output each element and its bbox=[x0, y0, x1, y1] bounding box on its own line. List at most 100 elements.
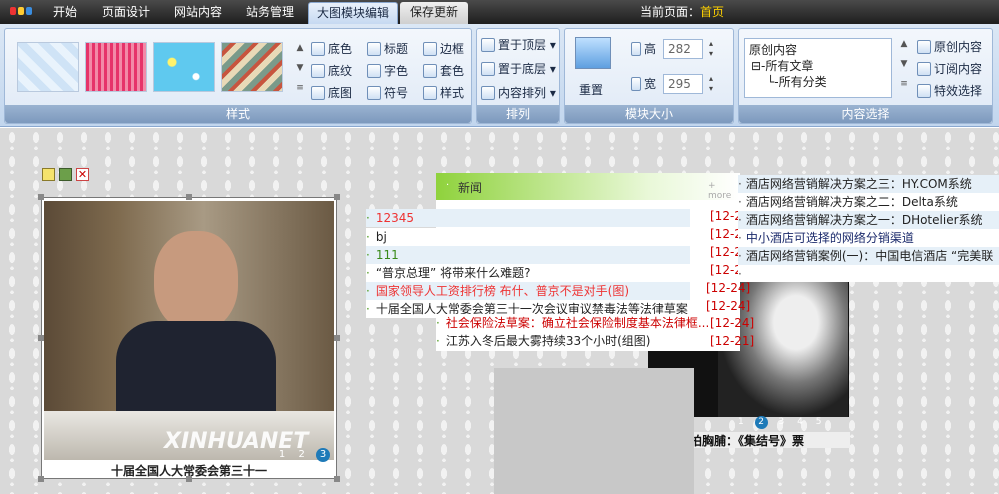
resize-handle-s[interactable] bbox=[186, 476, 192, 482]
symbol-button[interactable]: 符号 bbox=[367, 84, 408, 102]
list-item[interactable]: · bbox=[738, 265, 999, 283]
close-icon[interactable]: ✕ bbox=[76, 168, 89, 181]
send-back-icon bbox=[481, 62, 495, 76]
swatch-more-icon[interactable]: ≡ bbox=[295, 83, 305, 93]
news-item[interactable]: · “普京总理” 将带来什么难题? bbox=[366, 264, 690, 282]
news-item[interactable]: · 12345 bbox=[366, 209, 690, 227]
dark-page-3[interactable]: 3 bbox=[778, 417, 784, 427]
border-icon bbox=[423, 42, 437, 56]
bg-color-icon bbox=[311, 42, 325, 56]
height-label: 高 bbox=[631, 40, 656, 58]
height-input[interactable]: 282 bbox=[663, 39, 703, 59]
tab-image-module-edit[interactable]: 大图模块编辑 bbox=[308, 2, 398, 24]
content-tree[interactable]: 原创内容 ⊟-所有文章 └-所有分类 bbox=[744, 38, 892, 98]
tree-more-icon[interactable]: ≡ bbox=[899, 79, 909, 89]
content-group-label: 内容选择 bbox=[739, 105, 992, 123]
list-item[interactable]: · 酒店网络营销解决方案之一：DHotelier系统 bbox=[738, 211, 999, 229]
swatch-scroll-down-icon[interactable]: ▼ bbox=[295, 63, 305, 73]
news-item[interactable]: · 111 bbox=[366, 246, 690, 264]
send-to-back-button[interactable]: 置于底层 ▾ bbox=[481, 60, 556, 78]
dark-page-1[interactable]: 1 bbox=[738, 417, 744, 427]
dark-page-5[interactable]: 5 bbox=[816, 417, 822, 427]
content-select-group: 原创内容 ⊟-所有文章 └-所有分类 ▲ ▼ ≡ 原创内容 订阅内容 特效选择 … bbox=[738, 28, 993, 124]
news-item[interactable]: · bj bbox=[366, 228, 690, 246]
style-swatch-sky-stars[interactable] bbox=[153, 42, 215, 92]
resize-handle-se[interactable] bbox=[334, 476, 340, 482]
tab-site-admin[interactable]: 站务管理 bbox=[236, 0, 304, 24]
size-group: 重置 高 282 ▴ ▾ 宽 295 ▴ ▾ 模块大小 bbox=[564, 28, 734, 124]
subscribe-icon bbox=[917, 62, 931, 76]
bring-to-front-button[interactable]: 置于顶层 ▾ bbox=[481, 36, 556, 54]
tab-page-design[interactable]: 页面设计 bbox=[92, 0, 160, 24]
link-icon[interactable] bbox=[42, 168, 55, 181]
tab-save-update[interactable]: 保存更新 bbox=[400, 2, 468, 24]
news-item[interactable]: · 国家领导人工资排行榜 布什、普京不是对手(图) bbox=[366, 282, 690, 300]
bg-color-button[interactable]: 底色 bbox=[311, 40, 352, 58]
news-bullet-icon: · bbox=[446, 180, 450, 191]
tab-site-content[interactable]: 网站内容 bbox=[164, 0, 232, 24]
photo-page-2[interactable]: 2 bbox=[298, 449, 304, 460]
news-item[interactable]: · 江苏入冬后最大雾持续33个小时(组图) bbox=[436, 332, 708, 350]
top-menu-bar: 开始 页面设计 网站内容 站务管理 大图模块编辑 保存更新 当前页面：首页 bbox=[0, 0, 999, 24]
list-item[interactable]: · 中小酒店可选择的网络分销渠道 bbox=[738, 229, 999, 247]
dark-page-2[interactable]: 2 bbox=[754, 416, 768, 429]
tree-node-all-articles[interactable]: ⊟-所有文章 bbox=[749, 58, 887, 74]
resize-handle-e[interactable] bbox=[334, 335, 340, 341]
original-content-button[interactable]: 原创内容 bbox=[917, 38, 982, 56]
tree-node-original[interactable]: 原创内容 bbox=[749, 42, 887, 58]
swatch-scroll-up-icon[interactable]: ▲ bbox=[295, 43, 305, 53]
photo-page-3[interactable]: 3 bbox=[316, 448, 330, 462]
width-spinner[interactable]: ▴ ▾ bbox=[705, 74, 717, 94]
tree-scroll-down-icon[interactable]: ▼ bbox=[899, 59, 909, 69]
dark-page-4[interactable]: 4 bbox=[797, 417, 803, 427]
content-arrange-button[interactable]: 内容排列 ▾ bbox=[481, 84, 556, 102]
reset-button[interactable]: 重置 bbox=[579, 81, 603, 99]
border-button[interactable]: 边框 bbox=[423, 40, 464, 58]
style-swatch-pattern[interactable] bbox=[221, 42, 283, 92]
resize-handle-nw[interactable] bbox=[38, 194, 44, 200]
bg-image-icon bbox=[311, 86, 325, 100]
dark-pager: 1 2 3 4 5 bbox=[738, 416, 821, 429]
news-item[interactable]: · 社会保险法草案：确立社会保险制度基本法律框... bbox=[436, 314, 708, 332]
app-logo-icon bbox=[10, 7, 34, 17]
arrange-group-label: 排列 bbox=[477, 105, 559, 123]
list-item[interactable]: · 酒店网络营销解决方案之二：Delta系统 bbox=[738, 193, 999, 211]
photo-module[interactable]: XINHUANET 1 2 3 十届全国人大常委会第三十一 bbox=[38, 194, 340, 482]
news-title: 新闻 bbox=[458, 181, 483, 195]
width-label: 宽 bbox=[631, 75, 656, 93]
photo-face bbox=[154, 231, 238, 331]
placeholder-block[interactable] bbox=[494, 368, 694, 494]
news-date: [12-24] bbox=[706, 299, 751, 313]
color-set-button[interactable]: 套色 bbox=[423, 62, 464, 80]
style-swatch-blue-diamond[interactable] bbox=[17, 42, 79, 92]
list-item[interactable]: · 酒店网络营销案例(一)：中国电信酒店 “完美联 bbox=[738, 247, 999, 265]
style-swatch-pink[interactable] bbox=[85, 42, 147, 92]
subscribe-content-button[interactable]: 订阅内容 bbox=[917, 60, 982, 78]
original-content-icon bbox=[917, 40, 931, 54]
news-date: [12-21] bbox=[710, 334, 755, 348]
news-more-link[interactable]: + more bbox=[708, 181, 740, 201]
height-spinner[interactable]: ▴ ▾ bbox=[705, 39, 717, 59]
arrange-group: 置于顶层 ▾ 置于底层 ▾ 内容排列 ▾ 排列 bbox=[476, 28, 560, 124]
hotel-article-module[interactable]: · 酒店网络营销解决方案之三：HY.COM系统 · 酒店网络营销解决方案之二：Del… bbox=[738, 175, 999, 282]
dark-module-caption[interactable]: 树拍胸脯：《集结号》票 bbox=[678, 432, 850, 448]
edit-icon[interactable] bbox=[59, 168, 72, 181]
photo-page-1[interactable]: 1 bbox=[279, 449, 285, 460]
style-button[interactable]: 样式 bbox=[423, 84, 464, 102]
resize-handle-sw[interactable] bbox=[38, 476, 44, 482]
tree-node-all-categories[interactable]: └-所有分类 bbox=[749, 74, 887, 90]
current-page-link[interactable]: 首页 bbox=[700, 5, 724, 19]
arrange-icon bbox=[481, 86, 495, 100]
effect-select-button[interactable]: 特效选择 bbox=[917, 82, 982, 100]
resize-handle-w[interactable] bbox=[38, 335, 44, 341]
title-button[interactable]: 标题 bbox=[367, 40, 408, 58]
bg-image-button[interactable]: 底图 bbox=[311, 84, 352, 102]
resize-handle-n[interactable] bbox=[186, 194, 192, 200]
list-item[interactable]: · 酒店网络营销解决方案之三：HY.COM系统 bbox=[738, 175, 999, 193]
font-color-button[interactable]: 字色 bbox=[367, 62, 408, 80]
resize-handle-ne[interactable] bbox=[334, 194, 340, 200]
tab-start[interactable]: 开始 bbox=[44, 0, 86, 24]
texture-button[interactable]: 底纹 bbox=[311, 62, 352, 80]
width-input[interactable]: 295 bbox=[663, 74, 703, 94]
tree-scroll-up-icon[interactable]: ▲ bbox=[899, 39, 909, 49]
